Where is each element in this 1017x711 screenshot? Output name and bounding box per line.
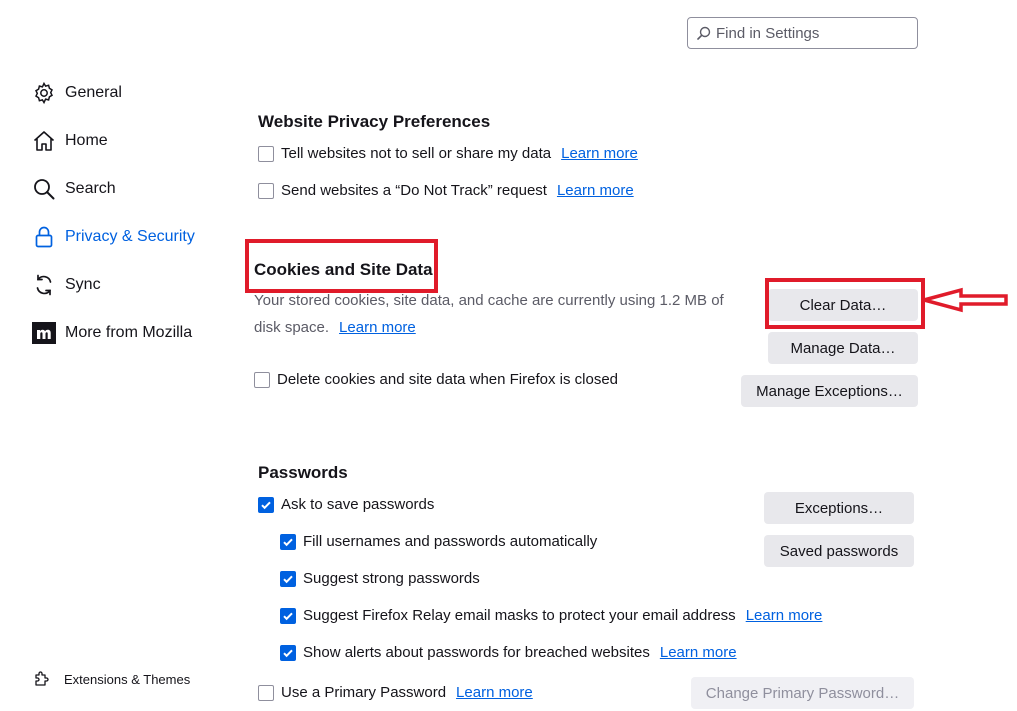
ask-save-checkbox[interactable] (258, 496, 274, 513)
do-not-sell-learn-more-link[interactable]: Learn more (561, 145, 638, 162)
search-field[interactable] (687, 17, 918, 49)
sidebar-item-label: More from Mozilla (65, 324, 193, 341)
relay-learn-more-link[interactable]: Learn more (746, 607, 823, 624)
manage-data-button[interactable]: Manage Data… (768, 332, 918, 364)
password-exceptions-button[interactable]: Exceptions… (764, 492, 914, 524)
sidebar-item-label: Sync (65, 276, 101, 293)
annotation-highlight-box (245, 239, 438, 293)
home-icon (32, 129, 56, 153)
fill-auto-label: Fill usernames and passwords automatical… (303, 533, 598, 550)
breach-alerts-checkbox[interactable] (280, 644, 296, 661)
checkmark-icon (261, 501, 271, 509)
primary-password-row: Use a Primary Password Learn more (258, 684, 533, 701)
ask-save-row: Ask to save passwords (258, 496, 434, 513)
cookies-learn-more-link[interactable]: Learn more (339, 319, 416, 336)
website-privacy-heading: Website Privacy Preferences (258, 112, 491, 131)
cookies-description: Your stored cookies, site data, and cach… (254, 292, 724, 336)
do-not-track-checkbox[interactable] (258, 182, 274, 199)
sidebar-item-privacy-security[interactable]: Privacy & Security (32, 222, 195, 252)
sidebar-item-label: Search (65, 180, 116, 197)
fill-auto-row: Fill usernames and passwords automatical… (280, 533, 597, 550)
ask-save-label: Ask to save passwords (281, 496, 435, 513)
delete-cookies-label: Delete cookies and site data when Firefo… (277, 371, 619, 388)
search-input[interactable] (716, 23, 911, 43)
primary-password-checkbox[interactable] (258, 684, 274, 701)
do-not-sell-checkbox[interactable] (258, 145, 274, 162)
checkmark-icon (283, 538, 293, 546)
privacy-option-row: Tell websites not to sell or share my da… (258, 145, 638, 162)
sidebar-item-home[interactable]: Home (32, 126, 108, 156)
annotation-highlight-box (765, 278, 925, 329)
relay-row: Suggest Firefox Relay email masks to pro… (280, 607, 822, 624)
suggest-strong-row: Suggest strong passwords (280, 570, 480, 587)
primary-password-learn-more-link[interactable]: Learn more (456, 684, 533, 701)
search-icon (697, 26, 711, 40)
do-not-track-learn-more-link[interactable]: Learn more (557, 182, 634, 199)
mozilla-icon (32, 321, 56, 345)
breach-alerts-row: Show alerts about passwords for breached… (280, 644, 737, 661)
lock-icon (32, 225, 56, 249)
gear-icon (32, 81, 56, 105)
delete-cookies-row: Delete cookies and site data when Firefo… (254, 371, 618, 388)
suggest-strong-checkbox[interactable] (280, 570, 296, 587)
passwords-heading: Passwords (258, 463, 348, 482)
checkmark-icon (283, 575, 293, 583)
sidebar-item-more-from-mozilla[interactable]: More from Mozilla (32, 318, 192, 348)
suggest-strong-label: Suggest strong passwords (303, 570, 480, 587)
do-not-track-label: Send websites a “Do Not Track” request (281, 182, 547, 199)
puzzle-icon (33, 670, 51, 688)
relay-checkbox[interactable] (280, 607, 296, 624)
primary-password-label: Use a Primary Password (281, 684, 447, 701)
delete-cookies-checkbox[interactable] (254, 371, 270, 388)
search-icon (32, 177, 56, 201)
checkmark-icon (283, 649, 293, 657)
sidebar-item-label: Home (65, 132, 108, 149)
privacy-option-row: Send websites a “Do Not Track” request L… (258, 182, 634, 199)
checkmark-icon (283, 612, 293, 620)
sync-icon (32, 273, 56, 297)
fill-auto-checkbox[interactable] (280, 533, 296, 550)
breach-alerts-learn-more-link[interactable]: Learn more (660, 644, 737, 661)
change-primary-password-button[interactable]: Change Primary Password… (691, 677, 914, 709)
sidebar-item-general[interactable]: General (32, 78, 122, 108)
do-not-sell-label: Tell websites not to sell or share my da… (281, 145, 552, 162)
sidebar-item-label: Extensions & Themes (64, 671, 191, 687)
relay-label: Suggest Firefox Relay email masks to pro… (303, 607, 736, 624)
sidebar-item-search[interactable]: Search (32, 174, 116, 204)
sidebar-item-label: Privacy & Security (65, 228, 195, 245)
sidebar-item-sync[interactable]: Sync (32, 270, 101, 300)
sidebar-item-label: General (65, 84, 122, 101)
saved-passwords-button[interactable]: Saved passwords (764, 535, 914, 567)
annotation-arrow-icon (921, 287, 1008, 313)
manage-exceptions-button[interactable]: Manage Exceptions… (741, 375, 918, 407)
sidebar-item-extensions-themes[interactable]: Extensions & Themes (33, 670, 190, 688)
breach-alerts-label: Show alerts about passwords for breached… (303, 644, 650, 661)
